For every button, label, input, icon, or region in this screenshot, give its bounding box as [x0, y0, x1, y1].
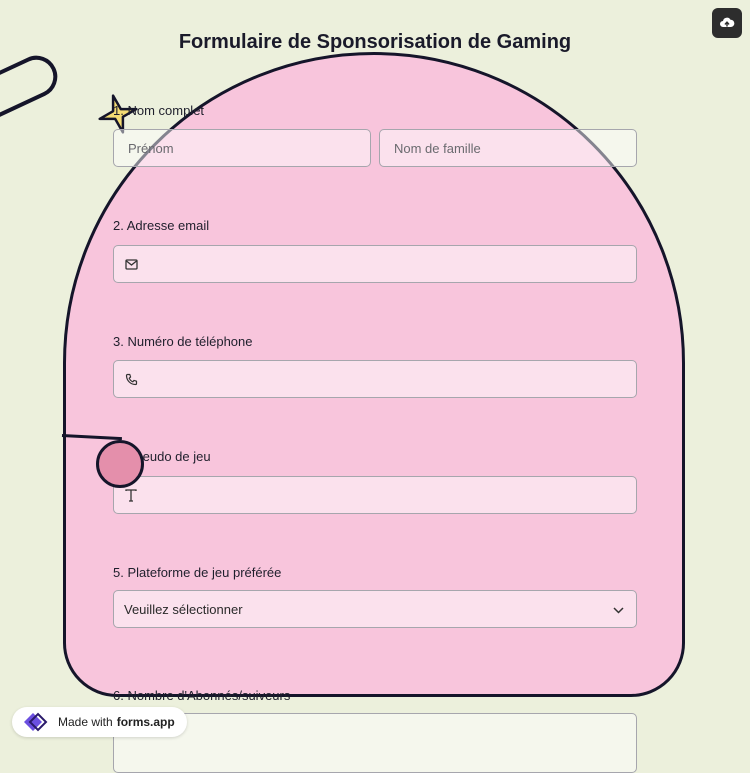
first-name-input[interactable]: Prénom [113, 129, 371, 167]
email-input[interactable] [113, 245, 637, 283]
decorative-circle [96, 440, 144, 488]
first-name-placeholder: Prénom [128, 140, 174, 156]
text-icon [124, 488, 138, 502]
made-with-badge[interactable]: Made with forms.app [12, 707, 187, 737]
form-title: Formulaire de Sponsorisation de Gaming [178, 31, 572, 53]
chevron-down-icon [613, 602, 624, 617]
question-label-email: 2. Adresse email [113, 218, 210, 233]
question-label-full-name: 1. Nom complet [113, 103, 205, 118]
question-label-followers: 6. Nombre d'Abonnés/suiveurs [113, 688, 291, 703]
question-label-phone: 3. Numéro de téléphone [113, 334, 253, 349]
forms-app-logo-icon [24, 712, 48, 732]
platform-select-value: Veuillez sélectionner [124, 601, 243, 617]
followers-input[interactable] [113, 713, 637, 773]
decorative-pill [0, 48, 65, 130]
phone-icon [124, 372, 138, 386]
upload-cloud-icon [720, 17, 735, 27]
phone-input[interactable] [113, 360, 637, 398]
question-label-platform: 5. Plateforme de jeu préférée [113, 565, 282, 580]
platform-select[interactable]: Veuillez sélectionner [113, 590, 637, 628]
badge-prefix: Made with [58, 715, 113, 729]
last-name-input[interactable]: Nom de famille [379, 129, 637, 167]
envelope-icon [124, 257, 138, 271]
last-name-placeholder: Nom de famille [394, 140, 481, 156]
badge-brand: forms.app [116, 715, 175, 729]
gamertag-input[interactable] [113, 476, 637, 514]
